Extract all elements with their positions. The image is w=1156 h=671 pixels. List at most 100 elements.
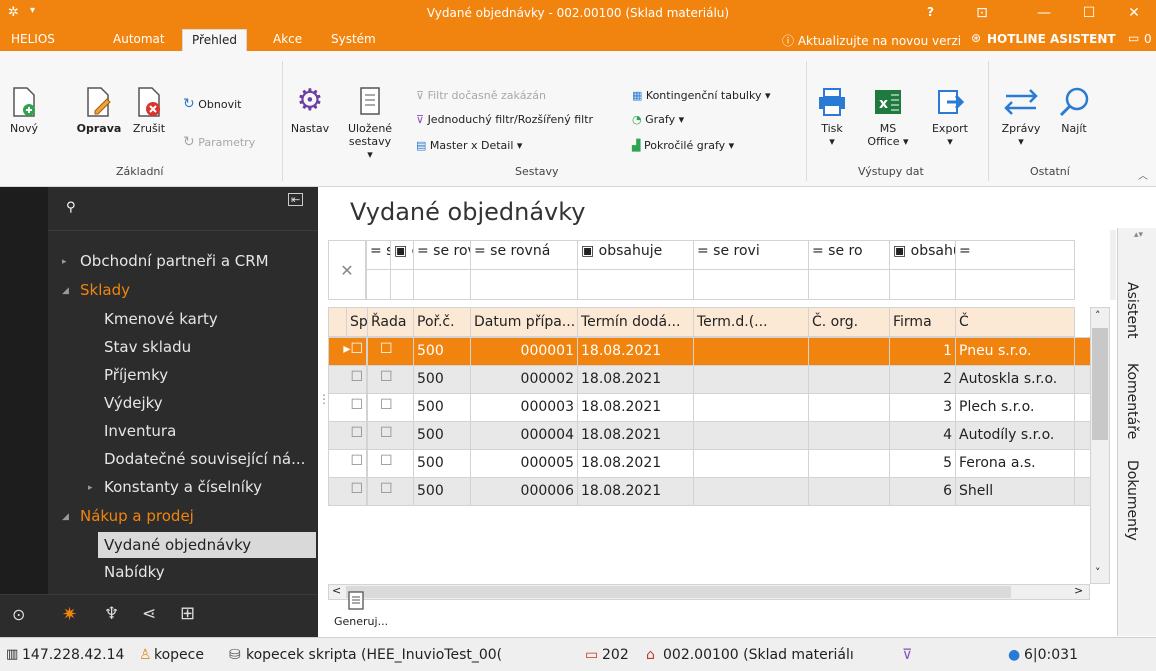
zpravy-button[interactable]: Zprávy ▾ [996, 86, 1046, 148]
restore-layout-button[interactable]: ⊡ [960, 0, 1004, 27]
scroll-right-icon[interactable]: > [1072, 584, 1086, 600]
filter-operator[interactable]: = se ro [808, 240, 890, 270]
parametry-button[interactable]: ↻ Parametry [183, 134, 255, 150]
nav-item[interactable]: Dodatečné související ná... [104, 450, 305, 468]
row-checkbox[interactable]: ☐ [328, 393, 367, 422]
favorites-icon[interactable]: ✷ [62, 604, 77, 625]
share-icon[interactable]: ⋖ [142, 604, 156, 624]
filter-operator[interactable]: ▣ obsahuje [889, 240, 956, 270]
najit-button[interactable]: Najít [1054, 86, 1094, 135]
row-checkbox[interactable]: ☐ [328, 477, 367, 506]
obnovit-button[interactable]: ↻ Obnovit [183, 96, 241, 112]
scrollbar-thumb[interactable] [1092, 328, 1108, 440]
collapse-arrow-icon[interactable]: ◢ [62, 286, 69, 296]
master-detail-button[interactable]: ▤ Master x Detail ▾ [416, 139, 522, 152]
export-button[interactable]: Export ▾ [930, 86, 970, 148]
nav-item[interactable]: Sklady [80, 281, 130, 299]
filter-status-icon[interactable]: ⊽ [902, 647, 912, 663]
column-header[interactable]: Č [955, 307, 1075, 337]
filter-input[interactable] [955, 269, 1075, 300]
update-notice-link[interactable]: ⓘ Aktualizujte na novou verzi [782, 32, 961, 49]
sp-checkbox[interactable]: ☐ [367, 477, 414, 506]
filter-operator[interactable]: = se rovi [693, 240, 809, 270]
collapse-ribbon-icon[interactable]: ︿ [1138, 167, 1148, 182]
ulozene-sestavy-button[interactable]: Uložené sestavy ▾ [345, 86, 395, 161]
scroll-down-icon[interactable]: ˅ [1092, 566, 1108, 582]
row-checkbox[interactable]: ☐ [328, 449, 367, 478]
nav-item[interactable]: Konstanty a číselníky [104, 478, 262, 496]
tisk-dropdown-icon[interactable]: ▾ [829, 135, 835, 148]
minimize-button[interactable]: — [1022, 0, 1066, 27]
nav-item[interactable]: Příjemky [104, 366, 168, 384]
close-button[interactable]: ✕ [1112, 0, 1156, 27]
filter-operator[interactable]: ▣ obs [390, 240, 414, 270]
grafy-button[interactable]: ◔ Grafy ▾ [632, 113, 684, 126]
column-header[interactable]: Řada [367, 307, 414, 337]
nav-item[interactable]: Inventura [104, 422, 176, 440]
sp-checkbox[interactable]: ☐ [367, 337, 414, 366]
filter-input[interactable] [470, 269, 578, 300]
tab-system[interactable]: Systém [331, 32, 376, 46]
export-dropdown-icon[interactable]: ▾ [947, 135, 953, 148]
nav-item[interactable]: Vydané objednávky [98, 532, 316, 558]
expand-circle-icon[interactable]: ⊙ [12, 605, 25, 624]
generuj-button[interactable]: Generuj... [334, 590, 388, 628]
scroll-up-icon[interactable]: ˄ [1092, 309, 1108, 325]
row-checkbox[interactable]: ☐ [328, 421, 367, 450]
expand-arrow-icon[interactable]: ▸ [62, 257, 67, 267]
column-header[interactable]: Č. org. [808, 307, 890, 337]
clear-filter-button[interactable]: ✕ [328, 240, 366, 300]
pokrocile-grafy-button[interactable]: ▟ Pokročilé grafy ▾ [632, 139, 734, 152]
nav-item[interactable]: Stav skladu [104, 338, 191, 356]
sp-checkbox[interactable]: ☐ [367, 449, 414, 478]
zrusit-button[interactable]: Zrušit [128, 86, 170, 135]
novy-button[interactable]: Nový [4, 86, 44, 135]
nav-item[interactable]: Kmenové karty [104, 310, 218, 328]
nastav-button[interactable]: ⚙ Nastav [288, 84, 332, 136]
column-header[interactable]: Term.d.(... [693, 307, 809, 337]
tab-helios[interactable]: HELIOS [11, 32, 55, 46]
tab-akce[interactable]: Akce [273, 32, 302, 46]
filter-operator[interactable]: = se [366, 240, 391, 270]
tab-komentare[interactable]: Komentáře [1124, 363, 1140, 439]
collapse-panel-icon[interactable]: ⇤ [288, 193, 304, 206]
filter-operator[interactable]: = [955, 240, 1075, 270]
nav-item[interactable]: Nákup a prodej [80, 507, 194, 525]
filter-scroll-handle[interactable] [1110, 230, 1116, 300]
nav-item[interactable]: Nabídky [104, 563, 165, 581]
column-header[interactable]: Sp [346, 307, 368, 337]
nav-search-bar[interactable]: ⚲ ⇤ [48, 187, 318, 231]
hotline-button[interactable]: HOTLINE ASISTENT [987, 32, 1116, 46]
sp-checkbox[interactable]: ☐ [367, 421, 414, 450]
tab-dokumenty[interactable]: Dokumenty [1124, 460, 1140, 541]
column-header[interactable]: Firma [889, 307, 956, 337]
filter-input[interactable] [413, 269, 471, 300]
filter-input[interactable] [577, 269, 694, 300]
filter-operator[interactable]: ▣ obsahuje [577, 240, 694, 270]
tree-icon[interactable]: ♆ [104, 604, 119, 624]
help-button[interactable]: ? [927, 5, 934, 19]
hscroll-thumb[interactable] [346, 586, 1011, 598]
maximize-button[interactable]: ☐ [1067, 0, 1111, 27]
filter-input[interactable] [693, 269, 809, 300]
filtr-docasne-button[interactable]: ⊽ Filtr dočasně zakázán [416, 89, 546, 102]
nav-item[interactable]: Výdejky [104, 394, 163, 412]
filter-input[interactable] [808, 269, 890, 300]
sp-checkbox[interactable]: ☐ [367, 393, 414, 422]
search-icon[interactable]: ⚲ [66, 200, 76, 215]
nav-item[interactable]: Obchodní partneři a CRM [80, 252, 269, 270]
filter-operator[interactable]: = se rovná [413, 240, 471, 270]
filter-operator[interactable]: = se rovná [470, 240, 578, 270]
column-header[interactable]: Datum přípa... [470, 307, 578, 337]
filter-input[interactable] [889, 269, 956, 300]
filter-input[interactable] [390, 269, 414, 300]
row-checkbox[interactable]: ▸☐ [328, 337, 367, 366]
tisk-button[interactable]: Tisk ▾ [814, 86, 850, 148]
sp-checkbox[interactable]: ☐ [367, 365, 414, 394]
tab-asistent[interactable]: Asistent [1124, 282, 1140, 339]
kontingencni-button[interactable]: ▦ Kontingenční tabulky ▾ [632, 89, 770, 102]
expand-arrow-icon[interactable]: ▸ [88, 483, 93, 493]
zpravy-dropdown-icon[interactable]: ▾ [1018, 135, 1024, 148]
filter-input[interactable] [366, 269, 391, 300]
row-checkbox[interactable]: ☐ [328, 365, 367, 394]
